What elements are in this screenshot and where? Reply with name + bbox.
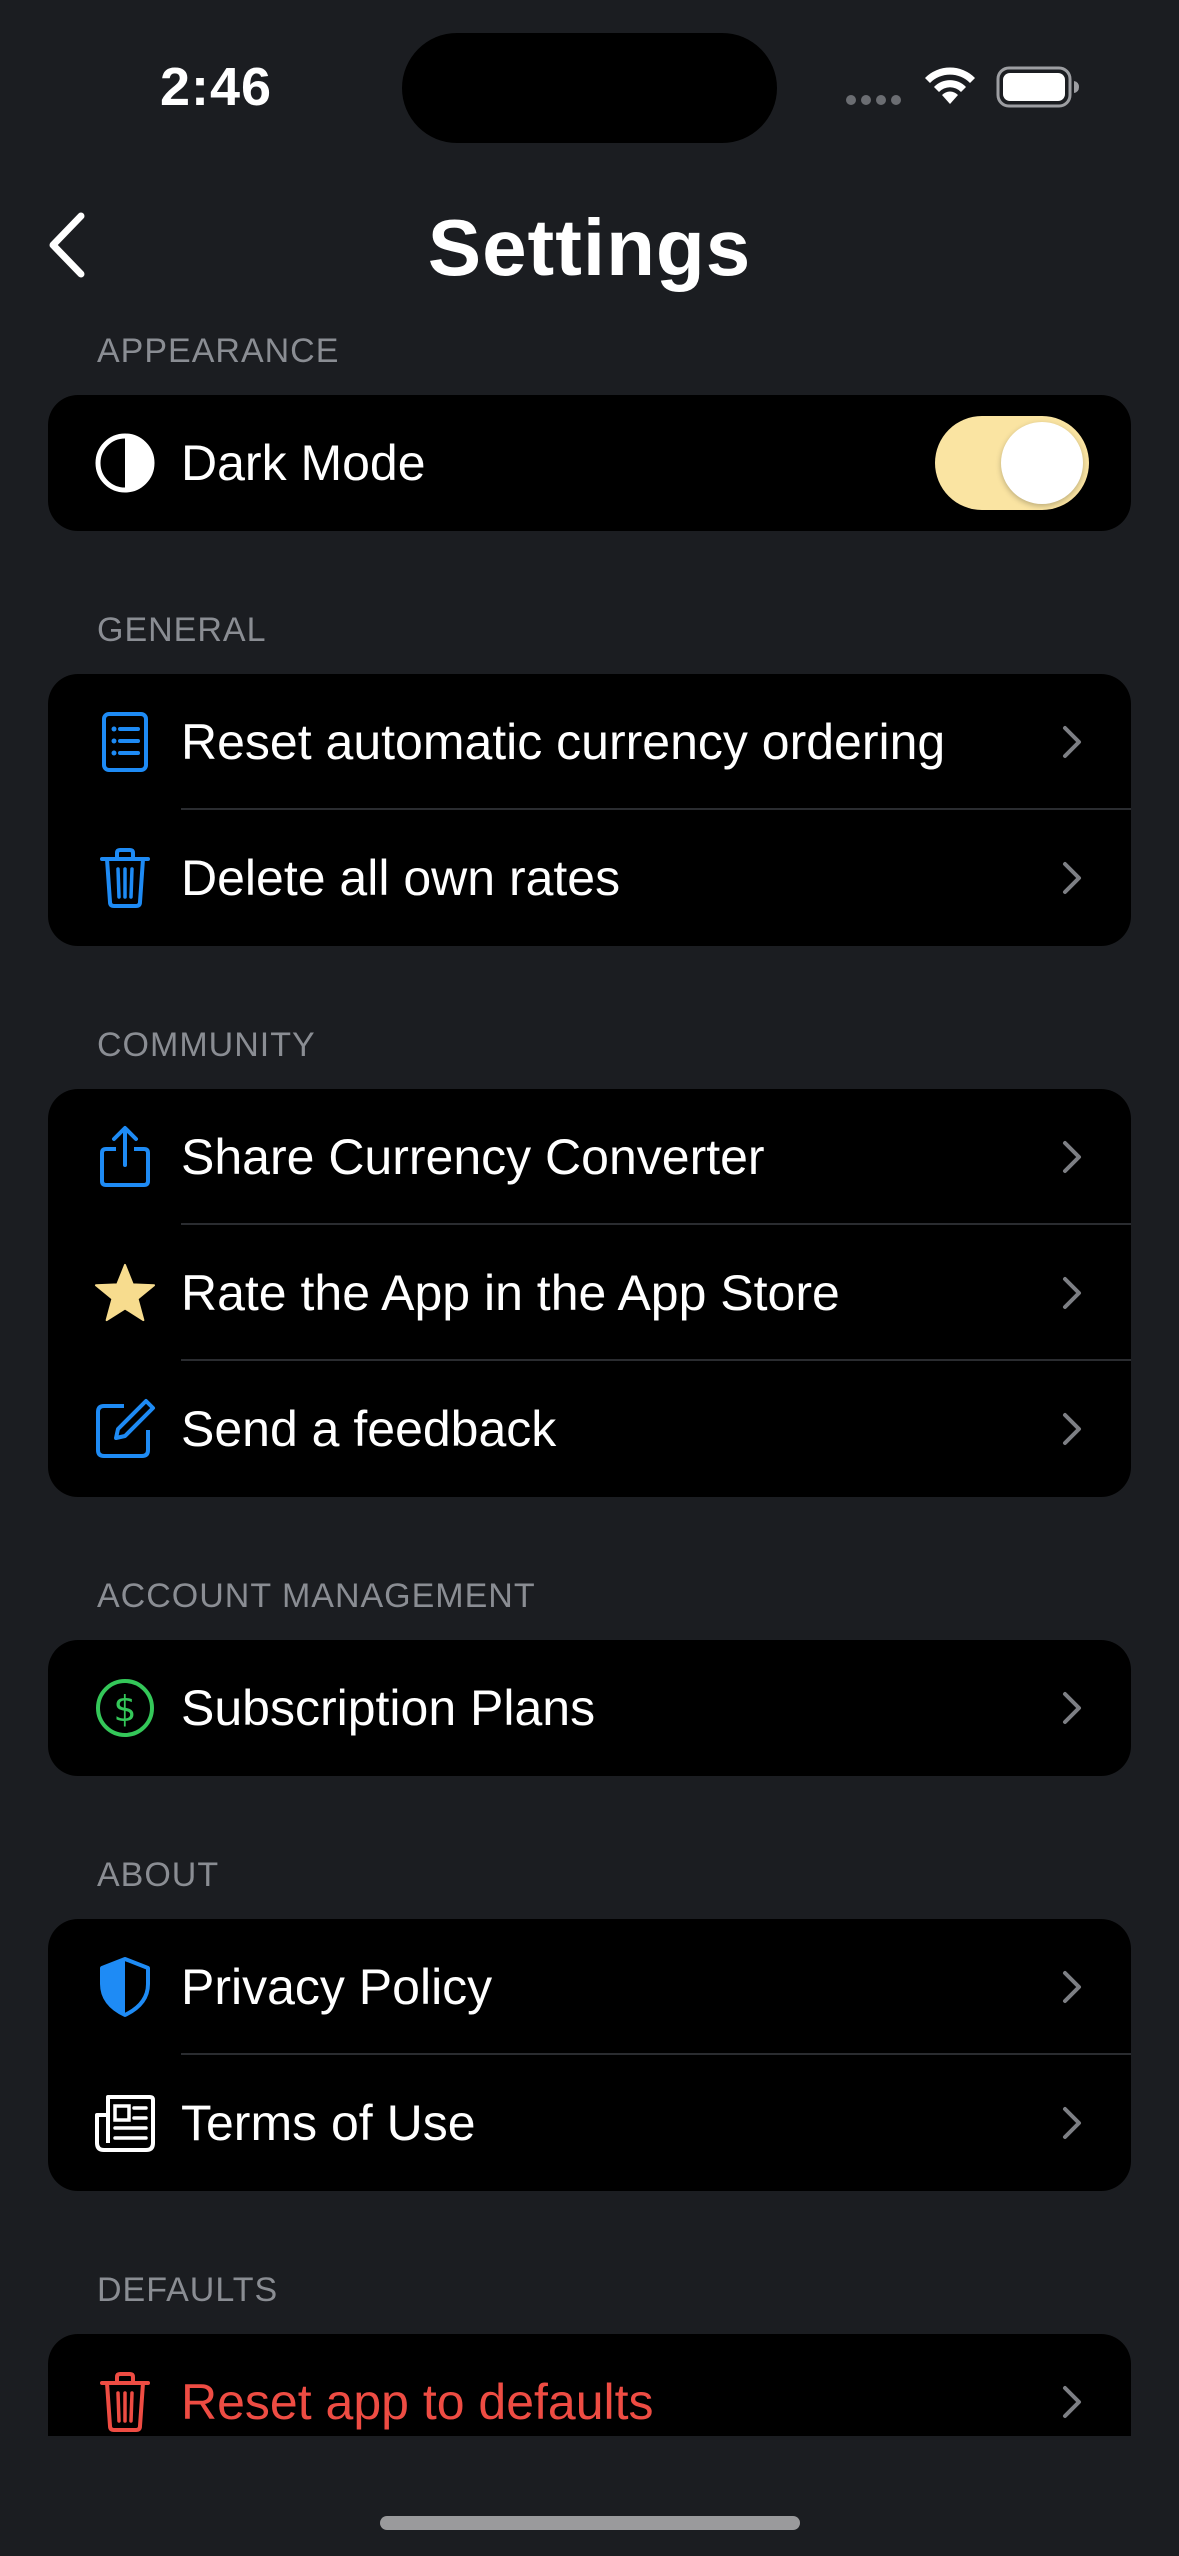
row-label: Reset automatic currency ordering [181, 714, 946, 770]
home-indicator[interactable] [380, 2516, 800, 2530]
row-terms-of-use[interactable]: Terms of Use [48, 2055, 1131, 2191]
row-label: Reset app to defaults [181, 2374, 654, 2430]
shield-icon [94, 1956, 156, 2018]
group-defaults: Reset app to defaults [48, 2334, 1131, 2436]
row-label: Send a feedback [181, 1401, 557, 1457]
group-community: Share Currency Converter Rate the App in… [48, 1089, 1131, 1497]
settings-list[interactable]: APPEARANCE Dark Mode GENERAL Reset autom… [0, 0, 1179, 2436]
row-label: Subscription Plans [181, 1680, 596, 1736]
section-header-appearance: APPEARANCE [97, 332, 340, 370]
chevron-right-icon [1063, 1413, 1081, 1445]
section-header-community: COMMUNITY [97, 1026, 316, 1064]
list-document-icon [94, 711, 156, 773]
dark-mode-toggle[interactable] [935, 416, 1089, 510]
row-label: Rate the App in the App Store [181, 1265, 840, 1321]
row-dark-mode: Dark Mode [48, 395, 1131, 531]
row-privacy-policy[interactable]: Privacy Policy [48, 1919, 1131, 2055]
row-label: Privacy Policy [181, 1959, 493, 2015]
dollar-circle-icon: $ [94, 1677, 156, 1739]
compose-icon [94, 1398, 156, 1460]
chevron-right-icon [1063, 2107, 1081, 2139]
row-label: Share Currency Converter [181, 1129, 765, 1185]
share-icon [94, 1126, 156, 1188]
chevron-right-icon [1063, 1692, 1081, 1724]
chevron-right-icon [1063, 2386, 1081, 2418]
row-label: Dark Mode [181, 435, 426, 491]
section-header-about: ABOUT [97, 1856, 220, 1894]
section-header-general: GENERAL [97, 611, 267, 649]
group-account: $ Subscription Plans [48, 1640, 1131, 1776]
trash-icon [94, 847, 156, 909]
chevron-right-icon [1063, 1141, 1081, 1173]
toggle-knob [1001, 422, 1083, 504]
half-circle-icon [94, 432, 156, 494]
row-label: Delete all own rates [181, 850, 621, 906]
row-share-app[interactable]: Share Currency Converter [48, 1089, 1131, 1225]
star-icon [94, 1262, 156, 1324]
section-header-defaults: DEFAULTS [97, 2271, 279, 2309]
chevron-right-icon [1063, 1971, 1081, 2003]
svg-text:$: $ [114, 1689, 137, 1730]
row-delete-own-rates[interactable]: Delete all own rates [48, 810, 1131, 946]
row-reset-app-defaults[interactable]: Reset app to defaults [48, 2334, 1131, 2436]
newspaper-icon [94, 2092, 156, 2154]
trash-icon [94, 2371, 156, 2433]
row-subscription-plans[interactable]: $ Subscription Plans [48, 1640, 1131, 1776]
chevron-right-icon [1063, 862, 1081, 894]
row-send-feedback[interactable]: Send a feedback [48, 1361, 1131, 1497]
chevron-right-icon [1063, 1277, 1081, 1309]
chevron-right-icon [1063, 726, 1081, 758]
group-general: Reset automatic currency ordering Delete… [48, 674, 1131, 946]
group-appearance: Dark Mode [48, 395, 1131, 531]
row-rate-app[interactable]: Rate the App in the App Store [48, 1225, 1131, 1361]
group-about: Privacy Policy Terms of Use [48, 1919, 1131, 2191]
section-header-account: ACCOUNT MANAGEMENT [97, 1577, 536, 1615]
row-label: Terms of Use [181, 2095, 476, 2151]
row-reset-currency-ordering[interactable]: Reset automatic currency ordering [48, 674, 1131, 810]
